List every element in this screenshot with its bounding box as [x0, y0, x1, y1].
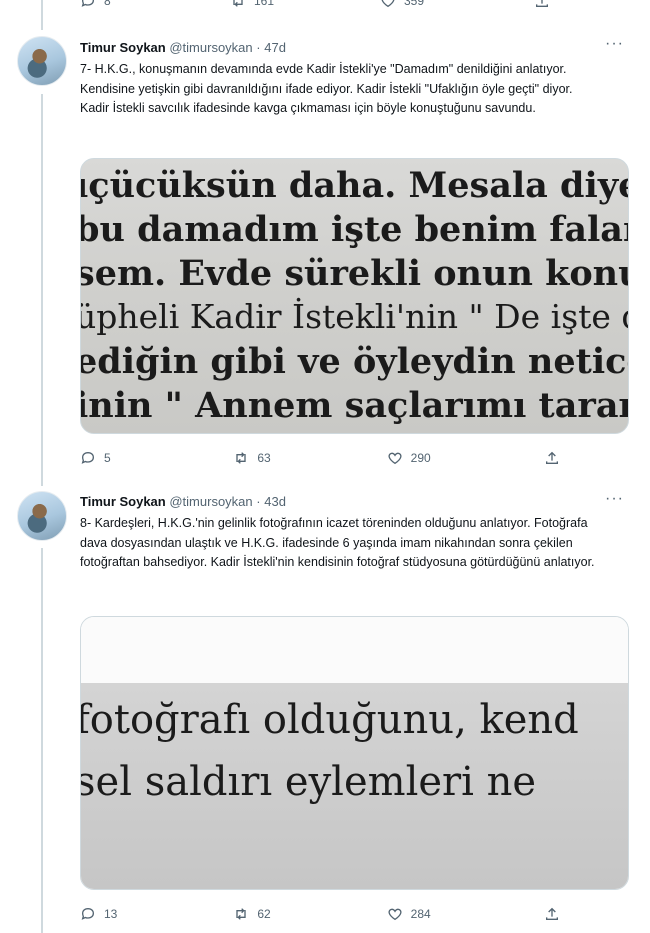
- reply-button[interactable]: 13: [80, 906, 160, 922]
- retweet-count: 161: [254, 0, 275, 8]
- author-handle[interactable]: @timursoykan: [169, 40, 252, 55]
- retweet-button[interactable]: 63: [233, 450, 313, 466]
- retweet-icon: [236, 908, 246, 920]
- reply-button[interactable]: 5: [80, 450, 160, 466]
- like-count: 290: [410, 451, 431, 465]
- image-text-line: bu damadım işte benim falan. Y: [81, 209, 628, 250]
- reply-icon: [81, 0, 95, 7]
- image-text-line: ıçücüksün daha. Mesala diyelin: [80, 165, 628, 206]
- like-icon: [388, 452, 402, 465]
- thread-line-top: [41, 0, 43, 30]
- share-button[interactable]: [530, 0, 550, 9]
- retweet-icon: [233, 0, 243, 7]
- image-text-line: sem. Evde sürekli onun konusu: [80, 253, 628, 294]
- like-icon: [388, 908, 402, 921]
- author-name[interactable]: Timur Soykan: [80, 40, 166, 55]
- thread-line-bottom: [41, 548, 43, 933]
- share-icon: [536, 0, 548, 7]
- reply-count: 5: [104, 451, 111, 465]
- reply-icon: [81, 451, 95, 464]
- image-blank-area: [81, 617, 628, 683]
- image-scan-area: fotoğrafı olduğunu, kend sel saldırı eyl…: [81, 683, 628, 889]
- reply-count: 13: [104, 907, 118, 921]
- share-icon: [545, 451, 558, 464]
- previous-tweet-actions: 8 161 359: [80, 0, 550, 10]
- like-button[interactable]: 359: [380, 0, 460, 9]
- more-icon[interactable]: ···: [605, 35, 624, 53]
- like-button[interactable]: 290: [387, 450, 467, 466]
- image-text-line: ediğin gibi ve öyleydin neticede: [80, 341, 628, 382]
- tweet-header: Timur Soykan @timursoykan · 47d: [80, 40, 286, 56]
- share-button[interactable]: [540, 450, 560, 466]
- reply-icon: [81, 907, 95, 920]
- share-button[interactable]: [540, 906, 560, 922]
- image-text-line: sel saldırı eylemleri ne: [81, 759, 537, 805]
- retweet-button[interactable]: 62: [233, 906, 313, 922]
- image-text-line: fotoğrafı olduğunu, kend: [81, 697, 579, 743]
- avatar[interactable]: [17, 491, 67, 541]
- author-handle[interactable]: @timursoykan: [169, 494, 252, 509]
- tweet-text: 8- Kardeşleri, H.K.G.'nin gelinlik fotoğ…: [80, 516, 595, 569]
- tweet-actions: 13 62 284: [80, 905, 560, 923]
- tweet-text: 7- H.K.G., konuşmanın devamında evde Kad…: [80, 62, 573, 115]
- retweet-button[interactable]: 161: [230, 0, 310, 9]
- reply-count: 8: [104, 0, 111, 8]
- like-button[interactable]: 284: [387, 906, 467, 922]
- retweet-count: 63: [257, 451, 271, 465]
- tweet-image[interactable]: fotoğrafı olduğunu, kend sel saldırı eyl…: [80, 616, 629, 890]
- retweet-count: 62: [257, 907, 271, 921]
- avatar[interactable]: [17, 36, 67, 86]
- like-count: 284: [410, 907, 431, 921]
- like-count: 359: [404, 0, 425, 8]
- timestamp[interactable]: 43d: [264, 494, 286, 509]
- like-icon: [381, 0, 395, 8]
- retweet-icon: [236, 452, 246, 464]
- separator: ·: [256, 40, 261, 55]
- timestamp[interactable]: 47d: [264, 40, 286, 55]
- image-text-line: üpheli Kadir İstekli'nin " De işte de: [80, 297, 629, 336]
- more-icon[interactable]: ···: [605, 490, 624, 508]
- image-text-line: inin " Annem saçlarımı tarar seni: [80, 385, 629, 426]
- tweet-actions: 5 63 290: [80, 449, 560, 467]
- share-icon: [545, 907, 558, 920]
- separator: ·: [256, 494, 261, 509]
- reply-button[interactable]: 8: [80, 0, 160, 9]
- tweet-image[interactable]: ıçücüksün daha. Mesala diyelin bu damadı…: [80, 158, 629, 434]
- tweet-header: Timur Soykan @timursoykan · 43d: [80, 494, 286, 510]
- author-name[interactable]: Timur Soykan: [80, 494, 166, 509]
- thread-line-mid: [41, 94, 43, 486]
